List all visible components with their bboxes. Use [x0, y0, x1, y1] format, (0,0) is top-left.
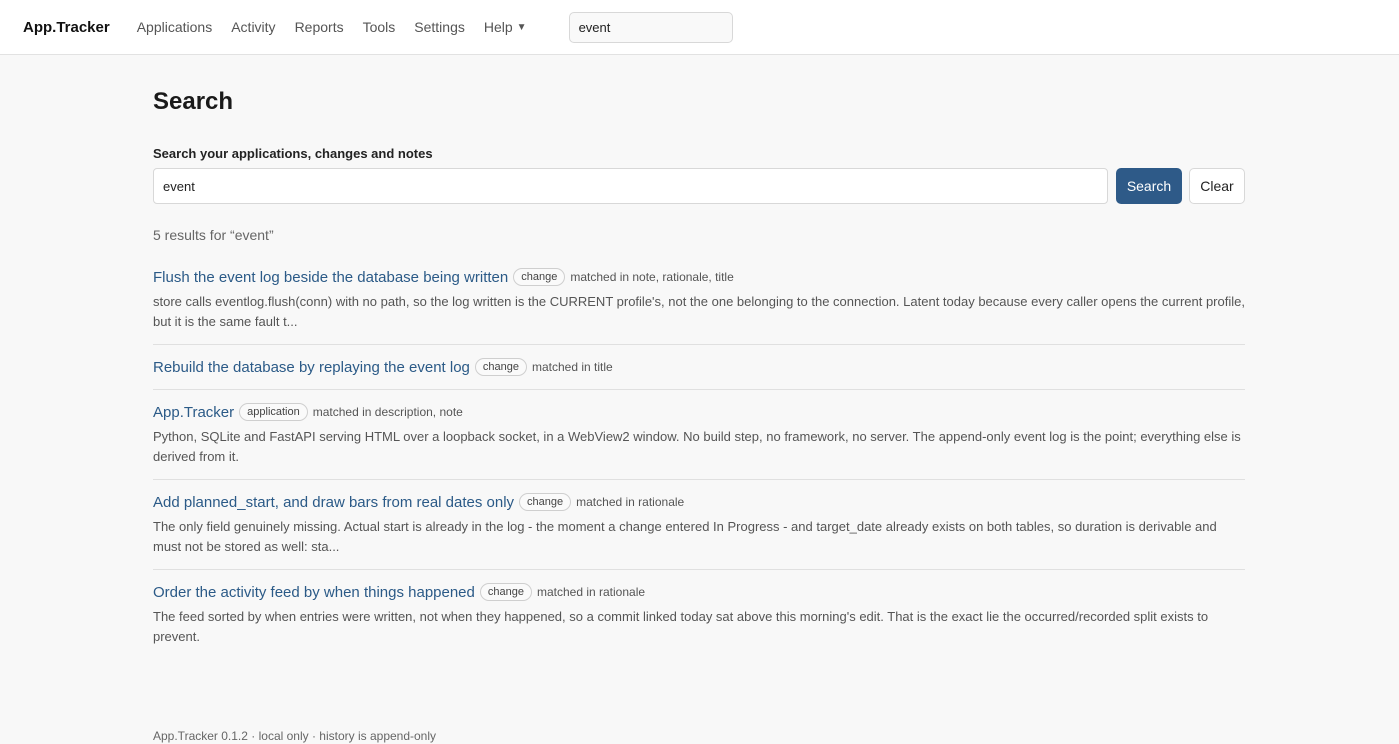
- nav-item-help[interactable]: Help ▼: [484, 19, 527, 35]
- result-header: Add planned_start, and draw bars from re…: [153, 492, 1245, 512]
- clear-button[interactable]: Clear: [1189, 168, 1245, 204]
- search-input[interactable]: [153, 168, 1108, 204]
- result-item: Order the activity feed by when things h…: [153, 582, 1245, 659]
- search-row: Search Clear: [153, 168, 1245, 204]
- result-item: App.Tracker application matched in descr…: [153, 402, 1245, 480]
- result-title-link[interactable]: Add planned_start, and draw bars from re…: [153, 494, 514, 511]
- result-matched-fields: matched in rationale: [536, 585, 646, 599]
- top-navbar: App.Tracker Applications Activity Report…: [0, 0, 1399, 55]
- search-label: Search your applications, changes and no…: [153, 146, 433, 161]
- main-content: Search Search your applications, changes…: [153, 55, 1245, 671]
- results-summary: 5 results for “event”: [153, 227, 274, 243]
- result-type-badge: change: [513, 268, 566, 286]
- result-type-badge: change: [474, 358, 527, 376]
- result-type-badge: change: [479, 583, 532, 601]
- search-button[interactable]: Search: [1116, 168, 1182, 204]
- main-nav: Applications Activity Reports Tools Sett…: [137, 19, 546, 35]
- top-search-input[interactable]: [568, 11, 733, 43]
- nav-item-tools[interactable]: Tools: [363, 19, 396, 35]
- result-item: Rebuild the database by replaying the ev…: [153, 357, 1245, 390]
- result-matched-fields: matched in description, note: [312, 405, 463, 419]
- result-matched-fields: matched in rationale: [576, 495, 685, 509]
- nav-item-applications[interactable]: Applications: [137, 19, 213, 35]
- result-snippet: Python, SQLite and FastAPI serving HTML …: [153, 429, 1241, 464]
- result-title-link[interactable]: Rebuild the database by replaying the ev…: [153, 359, 470, 376]
- result-snippet: store calls eventlog.flush(conn) with no…: [153, 294, 1245, 329]
- footer-text: App.Tracker 0.1.2 · local only · history…: [153, 729, 437, 743]
- help-label: Help: [483, 19, 513, 35]
- result-header: App.Tracker application matched in descr…: [153, 402, 1245, 422]
- nav-item-activity[interactable]: Activity: [231, 19, 275, 35]
- result-matched-fields: matched in title: [531, 360, 613, 374]
- result-item: Flush the event log beside the database …: [153, 267, 1245, 345]
- result-matched-fields: matched in note, rationale, title: [570, 270, 734, 284]
- caret-down-icon: ▼: [516, 21, 527, 33]
- nav-item-reports[interactable]: Reports: [295, 19, 344, 35]
- result-snippet: The feed sorted by when entries were wri…: [153, 609, 1209, 644]
- result-item: Add planned_start, and draw bars from re…: [153, 492, 1245, 570]
- page-title: Search: [153, 88, 234, 115]
- result-title-link[interactable]: App.Tracker: [153, 404, 234, 421]
- result-type-badge: change: [519, 493, 572, 511]
- results-list: Flush the event log beside the database …: [153, 267, 1245, 659]
- result-type-badge: application: [239, 403, 308, 421]
- result-header: Flush the event log beside the database …: [153, 267, 1245, 287]
- result-header: Order the activity feed by when things h…: [153, 582, 1245, 602]
- brand-logo[interactable]: App.Tracker: [23, 19, 110, 36]
- result-title-link[interactable]: Order the activity feed by when things h…: [153, 584, 475, 601]
- result-title-link[interactable]: Flush the event log beside the database …: [153, 269, 508, 286]
- result-snippet: The only field genuinely missing. Actual…: [153, 519, 1217, 554]
- nav-item-settings[interactable]: Settings: [414, 19, 465, 35]
- result-header: Rebuild the database by replaying the ev…: [153, 357, 1245, 377]
